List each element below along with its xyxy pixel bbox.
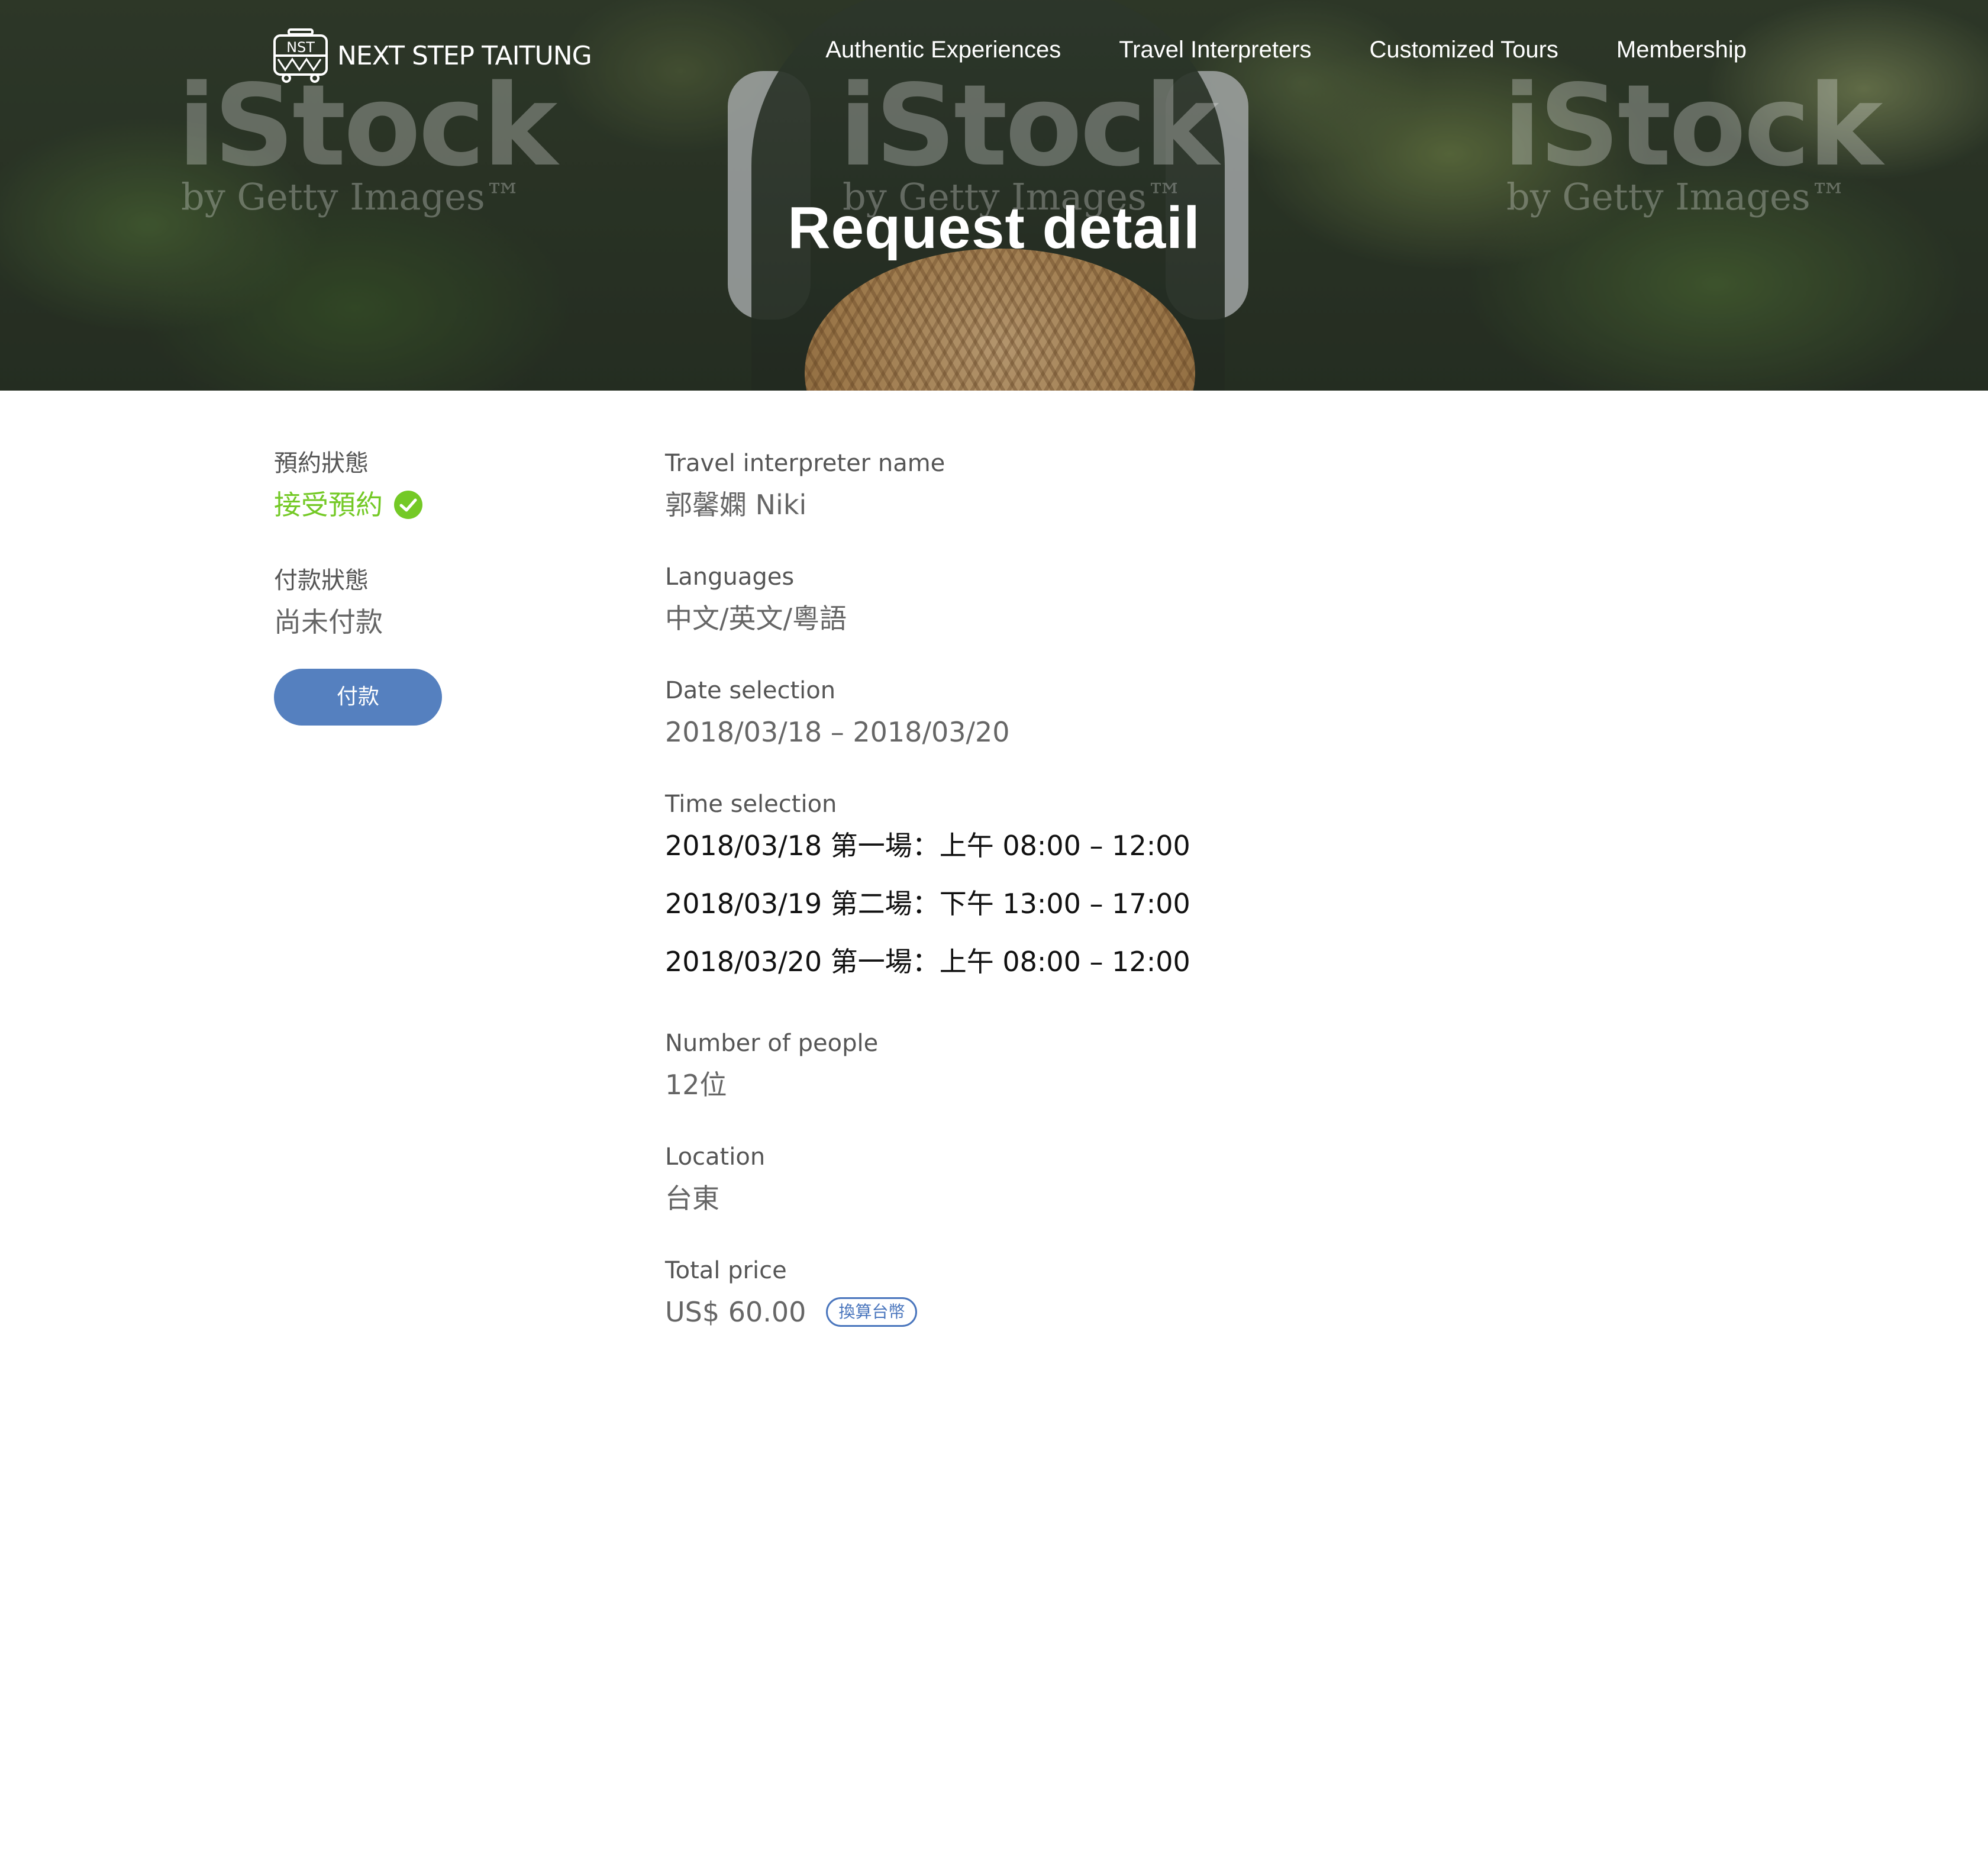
payment-status: 付款狀態 尚未付款 [274,561,582,644]
interpreter-field: Travel interpreter name 郭馨嫻 Niki [665,444,1553,527]
price-value: US$ 60.00 [665,1296,806,1328]
pay-button[interactable]: 付款 [274,669,442,726]
location-value: 台東 [665,1182,719,1214]
location-label: Location [665,1143,766,1171]
watermark-main: iStock [1503,60,1883,191]
nav-authentic-experiences[interactable]: Authentic Experiences [825,37,1061,63]
date-value: 2018/03/18 – 2018/03/20 [665,716,1010,748]
request-details: Travel interpreter name 郭馨嫻 Niki Languag… [665,444,1553,1365]
interpreter-value: 郭馨嫻 Niki [665,489,807,521]
payment-status-label: 付款狀態 [274,567,369,594]
check-circle-icon [394,491,422,519]
time-slot: 2018/03/19 第二場：下午 13:00 – 17:00 [665,888,1190,920]
watermark-main: iStock [839,60,1219,191]
nav-customized-tours[interactable]: Customized Tours [1370,37,1558,63]
logo-badge-text: NST [286,39,315,56]
price-field: Total price US$ 60.00 換算台幣 [665,1251,1553,1334]
watermark-main: iStock [178,60,557,191]
date-label: Date selection [665,677,836,704]
hero-banner: iStock by Getty Images™ iStock by Getty … [0,0,1988,391]
tram-logo-icon: NST [273,28,328,83]
languages-field: Languages 中文/英文/粵語 [665,557,1553,640]
people-field: Number of people 12位 [665,1024,1553,1107]
nav-membership[interactable]: Membership [1616,37,1747,63]
logo-text: NEXT STEP TAITUNG [337,40,592,71]
price-label: Total price [665,1257,787,1284]
nav-travel-interpreters[interactable]: Travel Interpreters [1119,37,1311,63]
page-title: Request detail [788,195,1200,261]
location-field: Location 台東 [665,1137,1553,1220]
languages-value: 中文/英文/粵語 [665,602,847,634]
time-slot: 2018/03/18 第一場：上午 08:00 – 12:00 [665,830,1190,862]
booking-status-value: 接受預約 [274,489,383,521]
home-logo-link[interactable]: NST NEXT STEP TAITUNG [272,27,592,84]
price-row: US$ 60.00 換算台幣 [665,1290,1553,1334]
booking-status: 預約狀態 接受預約 [274,444,582,527]
interpreter-label: Travel interpreter name [665,450,945,477]
time-slot: 2018/03/20 第一場：上午 08:00 – 12:00 [665,946,1190,978]
main-nav: Authentic Experiences Travel Interpreter… [825,37,1747,63]
languages-label: Languages [665,563,795,591]
convert-currency-button[interactable]: 換算台幣 [826,1297,918,1327]
date-field: Date selection 2018/03/18 – 2018/03/20 [665,671,1553,754]
status-panel: 預約狀態 接受預約 付款狀態 尚未付款 付款 [274,444,582,726]
time-slot-list: 2018/03/18 第一場：上午 08:00 – 12:00 2018/03/… [665,817,1553,991]
payment-status-value: 尚未付款 [274,606,383,638]
booking-status-label: 預約狀態 [274,450,369,477]
people-label: Number of people [665,1030,879,1057]
people-value: 12位 [665,1069,727,1101]
booking-status-value-row: 接受預約 [274,483,582,527]
time-field: Time selection 2018/03/18 第一場：上午 08:00 –… [665,785,1553,991]
